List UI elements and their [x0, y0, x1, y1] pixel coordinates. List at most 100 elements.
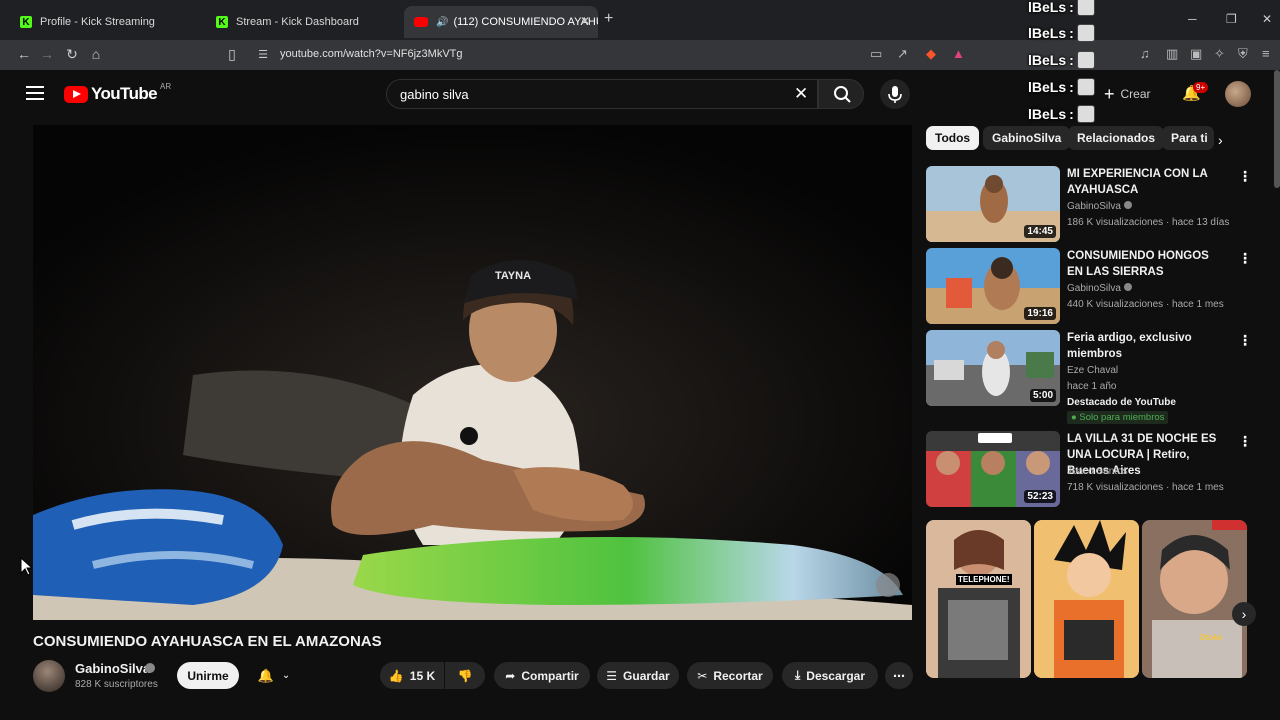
subscription-bell-button[interactable]: 🔔 ⌄: [246, 662, 302, 689]
hamburger-menu-icon[interactable]: [26, 86, 44, 100]
like-button[interactable]: 👍 15 K: [380, 662, 444, 689]
recommendation-item[interactable]: 52:23 LA VILLA 31 DE NOCHE ES UNA LOCURA…: [926, 431, 1256, 509]
chip-para-ti[interactable]: Para ti: [1162, 126, 1214, 150]
recommendation-title[interactable]: MI EXPERIENCIA CON LA AYAHUASCA: [1067, 166, 1227, 198]
music-icon[interactable]: ♫: [1140, 46, 1150, 61]
kick-icon: K: [216, 16, 228, 28]
sidebar-icon[interactable]: ▥: [1166, 46, 1178, 62]
back-icon[interactable]: ←: [15, 46, 33, 62]
verified-icon: [1123, 201, 1132, 209]
video-thumbnail[interactable]: 19:16: [926, 248, 1060, 324]
save-button[interactable]: ☰ Guardar: [597, 662, 679, 689]
account-avatar[interactable]: [1225, 81, 1251, 107]
more-options-icon[interactable]: ⋮: [1238, 168, 1252, 185]
menu-icon[interactable]: ≡: [1262, 46, 1270, 61]
wallet-icon[interactable]: ▣: [1190, 46, 1202, 62]
chat-separator: :: [1069, 106, 1074, 122]
youtube-page: YouTube AR ✕ + Crear 🔔 9+: [0, 70, 1280, 720]
thumbs-up-icon: 👍: [388, 668, 404, 683]
video-duration: 14:45: [1024, 225, 1056, 238]
chip-relacionados[interactable]: Relacionados: [1068, 126, 1165, 150]
close-window-icon[interactable]: ✕: [1262, 12, 1272, 26]
notification-badge: 9+: [1193, 82, 1209, 93]
video-thumbnail[interactable]: 5:00: [926, 330, 1060, 406]
members-icon: ●: [1071, 412, 1077, 423]
minimize-icon[interactable]: ─: [1188, 12, 1197, 26]
cast-icon[interactable]: ▭: [870, 46, 882, 62]
country-code: AR: [160, 81, 172, 91]
verified-icon: [145, 663, 155, 673]
rewards-icon[interactable]: ▲: [952, 46, 965, 61]
short-item[interactable]: TELEPHONE!: [926, 520, 1031, 678]
video-thumbnail[interactable]: 14:45: [926, 166, 1060, 242]
short-item[interactable]: [1034, 520, 1139, 678]
logo-text: YouTube: [91, 84, 158, 103]
video-thumbnail[interactable]: 52:23: [926, 431, 1060, 507]
dislike-button[interactable]: 👎: [445, 662, 485, 689]
featured-label: Destacado de YouTube: [1067, 397, 1176, 408]
tab-youtube-video[interactable]: 🔊 (112) CONSUMIENDO AYAHU ✕: [404, 6, 598, 38]
bell-icon: 🔔: [257, 667, 274, 683]
reload-icon[interactable]: ↻: [63, 46, 81, 63]
chat-message: lBeLs :: [1028, 23, 1095, 43]
page-scrollbar[interactable]: [1274, 70, 1280, 188]
chip-todos[interactable]: Todos: [926, 126, 980, 150]
search-button[interactable]: [818, 79, 864, 109]
home-icon[interactable]: ⌂: [87, 46, 105, 62]
tab-kick-dashboard[interactable]: K Stream - Kick Dashboard: [206, 6, 402, 38]
more-options-icon[interactable]: ⋮: [1238, 433, 1252, 450]
create-button[interactable]: + Crear: [1104, 82, 1151, 106]
short-item[interactable]: Dtoke: [1142, 520, 1247, 678]
brave-shield-icon[interactable]: ◆: [926, 46, 936, 62]
channel-name[interactable]: GabinoSilva: [75, 661, 150, 676]
more-icon: ⋯: [893, 668, 905, 683]
share-page-icon[interactable]: ↗: [897, 46, 908, 62]
short-caption: TELEPHONE!: [956, 574, 1012, 585]
site-info-icon[interactable]: ☰: [254, 48, 272, 61]
youtube-logo[interactable]: YouTube AR: [64, 81, 172, 104]
recommendation-item[interactable]: 19:16 CONSUMIENDO HONGOS EN LAS SIERRAS …: [926, 248, 1256, 326]
chevron-right-icon[interactable]: ›: [1218, 132, 1223, 148]
share-button[interactable]: ➦ Compartir: [494, 662, 590, 689]
members-only-badge: ● Solo para miembros: [1067, 411, 1169, 424]
recommendation-channel: GabinoSilva: [1067, 199, 1132, 215]
recommendation-title[interactable]: CONSUMIENDO HONGOS EN LAS SIERRAS: [1067, 248, 1227, 280]
chat-overlay: lBeLs : lBeLs : lBeLs : lBeLs : lBeLs :: [1028, 0, 1108, 124]
clear-search-icon[interactable]: ✕: [794, 84, 808, 104]
recommendation-channel: Joaco Santos: [1067, 466, 1128, 477]
youtube-icon: [414, 17, 428, 27]
vpn-icon[interactable]: ⛨: [1238, 46, 1248, 62]
download-button[interactable]: ⤓ Descargar: [782, 662, 878, 689]
chat-username: lBeLs: [1028, 106, 1067, 122]
shorts-next-icon[interactable]: ›: [1232, 602, 1256, 626]
new-tab-icon[interactable]: +: [604, 10, 613, 28]
more-actions-button[interactable]: ⋯: [885, 662, 913, 689]
recommendation-item[interactable]: 14:45 MI EXPERIENCIA CON LA AYAHUASCA Ga…: [926, 166, 1256, 244]
channel-avatar[interactable]: [33, 660, 65, 692]
maximize-icon[interactable]: ❐: [1226, 12, 1237, 26]
clip-button[interactable]: ✂ Recortar: [687, 662, 773, 689]
video-player[interactable]: TAYNA: [33, 125, 912, 620]
share-label: Compartir: [521, 668, 579, 683]
leo-icon[interactable]: ✧: [1214, 46, 1225, 62]
recommendation-item[interactable]: 5:00 Feria ardigo, exclusivo miembros Ez…: [926, 330, 1256, 426]
video-frame: TAYNA: [33, 125, 912, 620]
forward-icon[interactable]: →: [38, 46, 56, 62]
recommendation-stats: 440 K visualizaciones · hace 1 mes: [1067, 299, 1224, 310]
tab-kick-profile[interactable]: K Profile - Kick Streaming: [10, 6, 206, 38]
bookmark-icon[interactable]: ▯: [223, 46, 241, 63]
chip-gabinosilva[interactable]: GabinoSilva: [983, 126, 1071, 150]
voice-search-button[interactable]: [880, 79, 910, 109]
more-options-icon[interactable]: ⋮: [1238, 250, 1252, 267]
chat-separator: :: [1069, 52, 1074, 68]
close-tab-icon[interactable]: ✕: [580, 14, 590, 28]
clip-label: Recortar: [713, 668, 763, 683]
chat-message: lBeLs :: [1028, 50, 1095, 70]
recommendation-title[interactable]: Feria ardigo, exclusivo miembros: [1067, 330, 1227, 362]
video-duration: 19:16: [1024, 307, 1056, 320]
recommendation-stats: 186 K visualizaciones · hace 13 días: [1067, 217, 1230, 228]
url-field[interactable]: youtube.com/watch?v=NF6jz3MkVTg: [280, 48, 463, 60]
join-button[interactable]: Unirme: [177, 662, 239, 689]
more-options-icon[interactable]: ⋮: [1238, 332, 1252, 349]
search-input[interactable]: [400, 87, 780, 102]
